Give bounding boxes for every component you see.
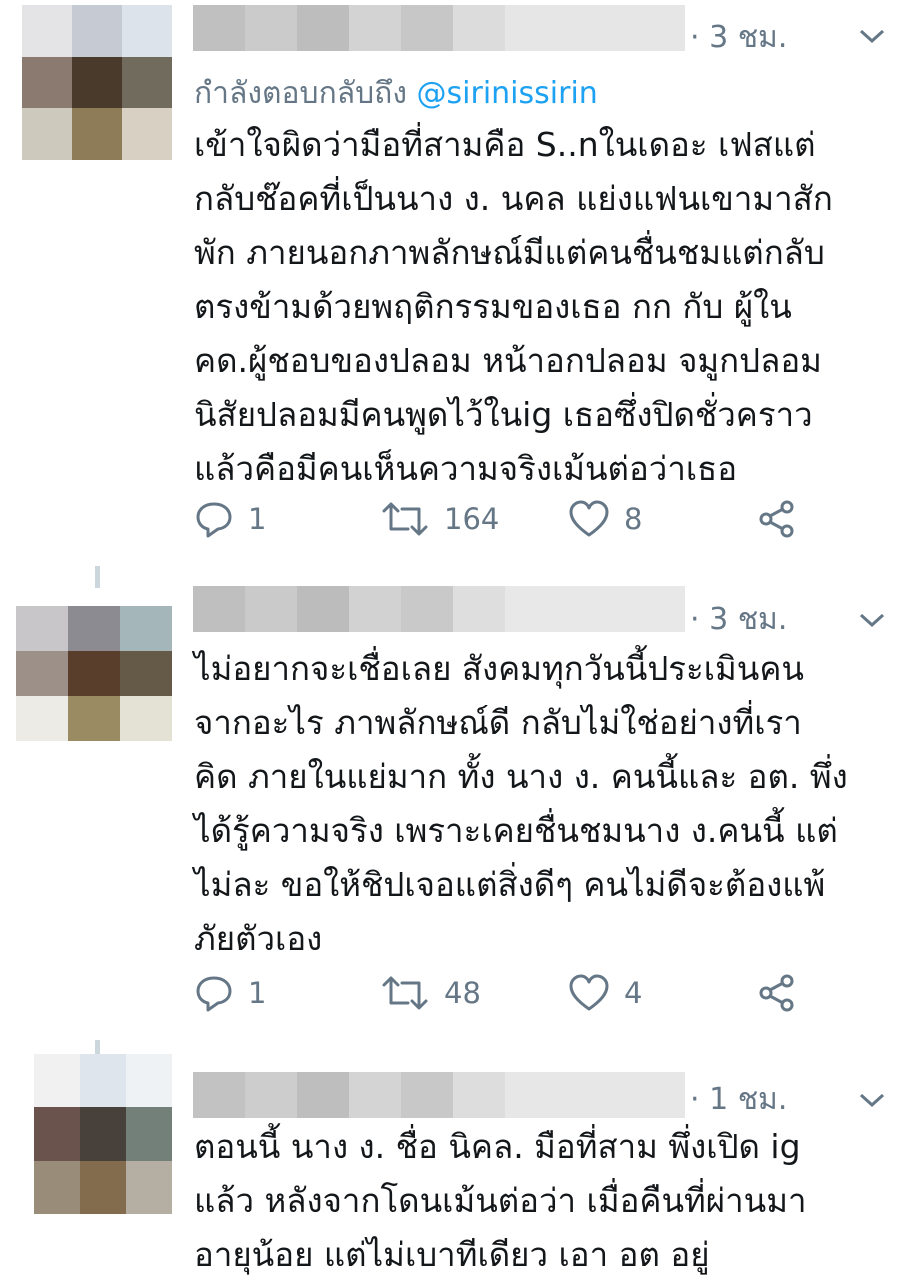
- tweet-text: ตอนนี้ นาง ง. ชื่อ นิคล. มือที่สาม พึ่งเ…: [194, 1127, 807, 1274]
- retweet-button[interactable]: 48: [380, 968, 481, 1018]
- like-button[interactable]: 4: [568, 968, 642, 1018]
- chevron-down-icon[interactable]: [859, 28, 885, 44]
- chevron-down-icon[interactable]: [859, 1092, 885, 1108]
- like-count: 8: [624, 502, 643, 536]
- reply-icon: [196, 976, 232, 1012]
- reply-button[interactable]: 1: [194, 494, 266, 544]
- author-name-blurred[interactable]: [193, 586, 685, 632]
- heart-icon: [569, 500, 609, 537]
- tweet-time[interactable]: · 3 ชม.: [690, 596, 787, 643]
- author-name-blurred[interactable]: [193, 1072, 685, 1118]
- author-name-blurred[interactable]: [193, 5, 685, 51]
- tweet[interactable]: · 3 ชม. ไม่อยากจะเชื่อเลย สังคมทุกวันนี้…: [0, 570, 916, 1030]
- reply-button[interactable]: 1: [194, 968, 266, 1018]
- avatar[interactable]: [34, 1054, 172, 1214]
- share-button[interactable]: [756, 968, 798, 1018]
- tweet-time[interactable]: · 1 ชม.: [690, 1076, 787, 1123]
- chevron-down-icon[interactable]: [859, 612, 885, 628]
- reply-icon: [196, 502, 232, 538]
- share-button[interactable]: [756, 494, 798, 544]
- tweet[interactable]: · 1 ชม. ตอนนี้ นาง ง. ชื่อ นิคล. มือที่ส…: [0, 1040, 916, 1279]
- share-icon: [759, 500, 794, 538]
- retweet-count: 164: [444, 502, 500, 536]
- reply-count: 1: [248, 976, 267, 1010]
- tweet[interactable]: · 3 ชม. กำลังตอบกลับถึง @sirinissirin เข…: [0, 0, 916, 560]
- heart-icon: [569, 974, 609, 1011]
- replying-to-label: กำลังตอบกลับถึง: [194, 76, 417, 111]
- reply-handle-link[interactable]: @sirinissirin: [417, 76, 598, 111]
- avatar[interactable]: [22, 5, 172, 160]
- like-button[interactable]: 8: [568, 494, 642, 544]
- replying-to: กำลังตอบกลับถึง @sirinissirin: [194, 70, 598, 117]
- tweet-time[interactable]: · 3 ชม.: [690, 14, 787, 61]
- retweet-icon: [382, 502, 428, 536]
- tweet-actions: 1 48 4: [194, 968, 814, 1018]
- retweet-icon: [382, 976, 428, 1010]
- reply-count: 1: [248, 502, 267, 536]
- like-count: 4: [624, 976, 643, 1010]
- share-icon: [759, 974, 794, 1012]
- tweet-actions: 1 164 8: [194, 494, 814, 544]
- avatar[interactable]: [16, 606, 172, 741]
- tweet-text: ไม่อยากจะเชื่อเลย สังคมทุกวันนี้ประเมินค…: [194, 649, 848, 958]
- tweet-text: เข้าใจผิดว่ามือที่สามคือ S..nในเดอะ เฟสแ…: [194, 125, 833, 488]
- retweet-button[interactable]: 164: [380, 494, 499, 544]
- retweet-count: 48: [444, 976, 481, 1010]
